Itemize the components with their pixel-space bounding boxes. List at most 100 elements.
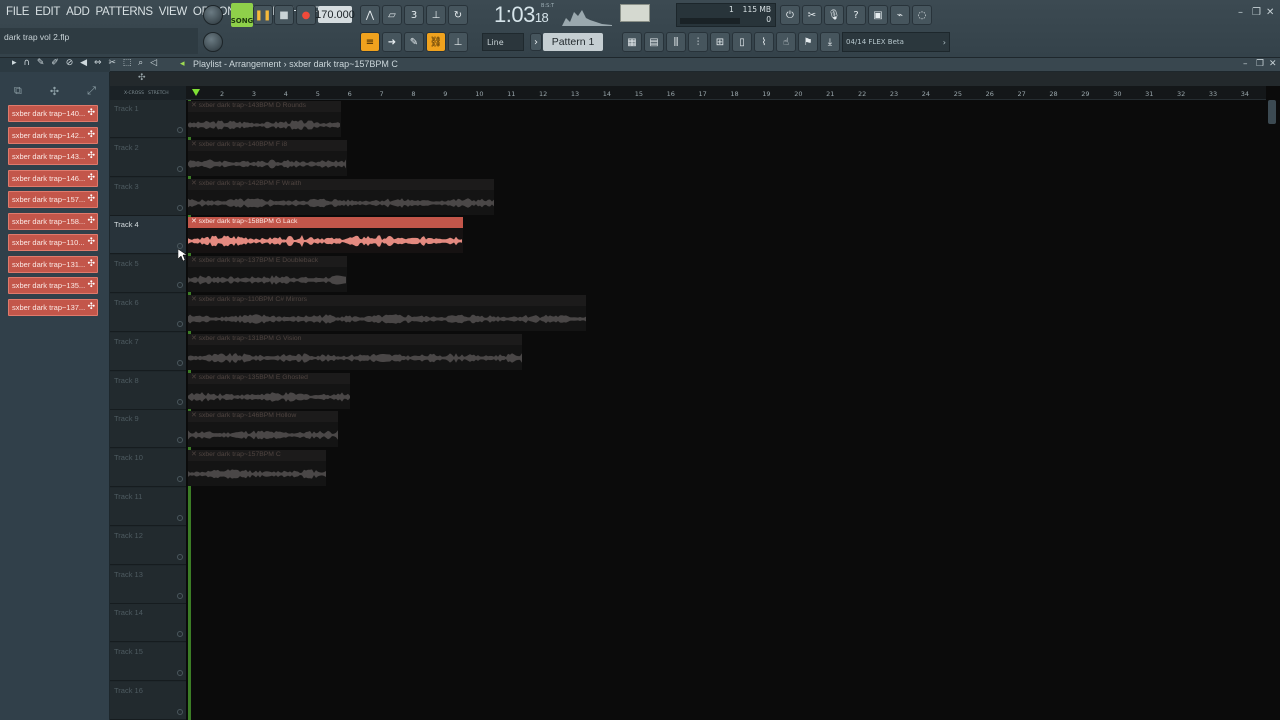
channel-rack-button[interactable]: ▤ xyxy=(644,32,664,52)
picker-clip-item[interactable]: sxber dark trap~158... ✣ xyxy=(8,212,98,230)
audio-clip[interactable]: ✕ sxber dark trap~110BPM C# Mirrors xyxy=(188,295,586,331)
stretch-label[interactable]: STRETCH xyxy=(148,91,169,96)
track-mute-icon[interactable] xyxy=(177,592,183,599)
audio-clip[interactable]: ✕ sxber dark trap~146BPM Hollow xyxy=(188,411,338,448)
pattern-selector[interactable]: Pattern 1 xyxy=(543,33,603,51)
picker-clip-item[interactable]: sxber dark trap~137... ✣ xyxy=(8,298,98,316)
track-header[interactable]: Track 16 xyxy=(110,682,186,720)
blend-notes-button[interactable]: ⊥ xyxy=(426,5,446,25)
audio-clip-title[interactable]: ✕ sxber dark trap~137BPM E Doubleback xyxy=(188,256,347,268)
pattern-prev-button[interactable]: › xyxy=(530,33,542,51)
audio-clip-title[interactable]: ✕ sxber dark trap~158BPM G Lack xyxy=(188,217,463,229)
tracks-add-icon[interactable]: ✣ xyxy=(138,73,146,83)
track-mute-icon[interactable] xyxy=(177,515,183,521)
track-mute-icon[interactable] xyxy=(177,437,183,444)
menu-edit[interactable]: EDIT xyxy=(34,6,61,18)
zoom-icon[interactable]: ⌕ xyxy=(138,58,145,68)
audio-clip-title[interactable]: ✕ sxber dark trap~140BPM F i8 xyxy=(188,139,347,151)
piano-roll-button[interactable]: ▦ xyxy=(622,32,642,52)
save-button[interactable]: ▣ xyxy=(868,5,888,25)
audio-clip[interactable]: ✕ sxber dark trap~158BPM G Lack xyxy=(188,217,463,254)
master-volume-knob[interactable] xyxy=(203,5,223,25)
picker-clip-item[interactable]: sxber dark trap~140... ✣ xyxy=(8,105,98,122)
restore-icon[interactable]: ❐ xyxy=(1252,7,1261,18)
track-header[interactable]: Track 7 xyxy=(110,332,186,371)
picker-clip-item[interactable]: sxber dark trap~110... ✣ xyxy=(8,234,98,251)
picker-clip-item[interactable]: sxber dark trap~143... ✣ xyxy=(8,148,98,165)
xcross-label[interactable]: X-CROSS xyxy=(124,91,144,96)
track-header[interactable]: Track 11 xyxy=(110,488,186,526)
picker-clip-item[interactable]: sxber dark trap~157... ✣ xyxy=(8,191,98,208)
track-header[interactable]: Track 1 xyxy=(110,100,186,138)
magnet-icon[interactable]: ∩ xyxy=(23,58,32,68)
loop-record-button[interactable]: ↻ xyxy=(448,5,468,25)
chat-button[interactable]: ◌ xyxy=(912,5,932,25)
track-mute-icon[interactable] xyxy=(177,359,183,366)
track-mute-icon[interactable] xyxy=(177,282,183,289)
close-icon[interactable]: ✕ xyxy=(1269,59,1277,69)
play-icon[interactable]: ▸ xyxy=(12,58,19,68)
link-button[interactable]: ⛓ xyxy=(426,32,446,52)
render-button[interactable]: ⚑ xyxy=(798,32,818,52)
mixer-button[interactable]: ⫼ xyxy=(666,32,686,52)
time-ruler[interactable]: 2 3 4 5 6 7 8 9 10 11 12 13 14 15 16 17 18 19 20 21 22 23 24 25… xyxy=(186,86,1266,100)
playlist-button[interactable]: ≡ xyxy=(360,32,380,52)
audio-clip[interactable]: ✕ sxber dark trap~143BPM D Rounds xyxy=(188,101,341,137)
audio-clip-title[interactable]: ✕ sxber dark trap~143BPM D Rounds xyxy=(188,101,341,112)
audio-clip[interactable]: ✕ sxber dark trap~131BPM G Vision xyxy=(188,333,522,370)
audio-clip-title[interactable]: ✕ sxber dark trap~157BPM C xyxy=(188,450,326,462)
browser-tree-button[interactable]: ⊞ xyxy=(710,32,730,52)
track-header[interactable]: Track 3 xyxy=(110,177,186,216)
track-mute-icon[interactable] xyxy=(177,204,183,211)
track-header[interactable]: Track 14 xyxy=(110,604,186,643)
track-header[interactable]: Track 5 xyxy=(110,255,186,294)
slip-icon[interactable]: ⇔ xyxy=(94,58,104,68)
select-icon[interactable]: ⬚ xyxy=(123,58,134,68)
track-mute-icon[interactable] xyxy=(177,398,183,405)
step-seq-arrow-button[interactable]: ➜ xyxy=(382,32,402,52)
track-mute-icon[interactable] xyxy=(177,476,183,483)
audio-clip[interactable]: ✕ sxber dark trap~142BPM F Wraith xyxy=(188,178,494,215)
menu-file[interactable]: FILE xyxy=(5,6,30,18)
track-mute-icon[interactable] xyxy=(177,553,183,560)
slice-icon[interactable]: ✂ xyxy=(108,58,118,68)
delete-icon[interactable]: ⊘ xyxy=(66,58,76,68)
picker-clip-item[interactable]: sxber dark trap~131... ✣ xyxy=(8,255,98,273)
mixer-link-button[interactable]: ⌁ xyxy=(890,5,910,25)
stamp-tool-button[interactable]: ⊥ xyxy=(448,32,468,52)
audio-clip-title[interactable]: ✕ sxber dark trap~135BPM E Ghosted xyxy=(188,372,350,384)
audio-clip-title[interactable]: ✕ sxber dark trap~131BPM G Vision xyxy=(188,333,522,345)
tempo-display[interactable]: 170.000 xyxy=(315,6,355,23)
paint-tool-button[interactable]: ✎ xyxy=(404,32,424,52)
record-button[interactable]: ● xyxy=(296,5,316,25)
automation-icon[interactable]: ⤢ xyxy=(87,84,96,98)
minimize-icon[interactable]: – xyxy=(1238,7,1243,18)
minimize-icon[interactable]: – xyxy=(1243,59,1248,69)
track-header[interactable]: Track 6 xyxy=(110,294,186,332)
master-pitch-knob[interactable] xyxy=(203,32,223,52)
track-header[interactable]: Track 9 xyxy=(110,410,186,449)
audio-clip[interactable]: ✕ sxber dark trap~135BPM E Ghosted xyxy=(188,372,350,409)
online-button[interactable]: ⏻ xyxy=(780,5,800,25)
vertical-scrollbar[interactable] xyxy=(1268,100,1276,124)
track-header[interactable]: Track 8 xyxy=(110,371,186,410)
track-header[interactable]: Track 15 xyxy=(110,643,186,682)
close-icon[interactable]: ✕ xyxy=(1266,7,1274,18)
playlist-overview[interactable]: ✣ xyxy=(110,72,1280,94)
menu-patterns[interactable]: PATTERNS xyxy=(94,6,153,18)
track-header[interactable]: Track 13 xyxy=(110,565,186,604)
playhead-marker[interactable] xyxy=(192,89,200,96)
song-mode-toggle[interactable]: SONG xyxy=(231,3,253,27)
metronome-button[interactable]: ⋀ xyxy=(360,5,380,25)
menu-add[interactable]: ADD xyxy=(65,6,90,18)
cut-tool-button[interactable]: ✂ xyxy=(802,5,822,25)
track-mute-icon[interactable] xyxy=(177,709,183,715)
audio-clips-icon[interactable]: ✣ xyxy=(50,85,59,98)
touch-button[interactable]: ☝ xyxy=(776,32,796,52)
countdown-button[interactable]: 3 xyxy=(404,5,424,25)
stop-button[interactable]: ■ xyxy=(274,5,294,25)
audio-clip-title[interactable]: ✕ sxber dark trap~142BPM F Wraith xyxy=(188,178,494,190)
audio-clip[interactable]: ✕ sxber dark trap~140BPM F i8 xyxy=(188,139,347,176)
picker-clip-item[interactable]: sxber dark trap~142... ✣ xyxy=(8,126,98,144)
news-panel[interactable]: 04/14 FLEX Beta › xyxy=(842,32,950,52)
